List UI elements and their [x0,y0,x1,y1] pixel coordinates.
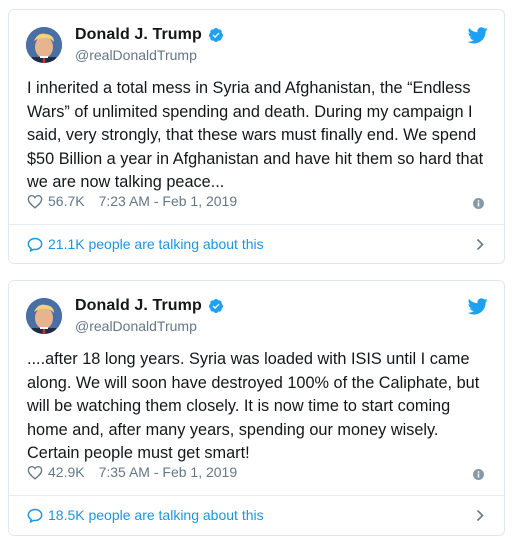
tweet-text: I inherited a total mess in Syria and Af… [27,79,484,191]
twitter-bird-icon[interactable] [467,27,488,44]
people-talking-link[interactable]: 21.1K people are talking about this [9,225,504,263]
heart-icon[interactable] [27,194,43,209]
people-talking-text: 21.1K people are talking about this [48,236,264,252]
user-handle[interactable]: @realDonaldTrump [75,47,197,63]
people-talking-link[interactable]: 18.5K people are talking about this [9,496,504,534]
twitter-bird-icon[interactable] [467,298,488,315]
people-talking-text: 18.5K people are talking about this [48,507,264,523]
tweet-timestamp[interactable]: 7:23 AM - Feb 1, 2019 [99,193,238,209]
verified-badge-icon [208,298,224,314]
author-row: Donald J. Trump [75,26,224,44]
heart-icon[interactable] [27,465,43,480]
chevron-right-icon [476,509,484,522]
like-count: 56.7K [48,193,85,209]
tweet-card[interactable]: Donald J. Trump @realDonaldTrump ....aft… [8,280,505,536]
display-name[interactable]: Donald J. Trump [75,26,202,44]
display-name[interactable]: Donald J. Trump [75,297,202,315]
speech-bubble-icon [27,237,43,252]
tweet-meta: 42.9K 7:35 AM - Feb 1, 2019 [27,464,237,480]
author-row: Donald J. Trump [75,297,224,315]
avatar[interactable] [26,27,62,63]
tweet-text: ....after 18 long years. Syria was loade… [27,350,480,462]
speech-bubble-icon [27,508,43,523]
tweet-timestamp[interactable]: 7:35 AM - Feb 1, 2019 [99,464,238,480]
verified-badge-icon [208,27,224,43]
tweet-meta: 56.7K 7:23 AM - Feb 1, 2019 [27,193,237,209]
tweet-body: Donald J. Trump @realDonaldTrump ....aft… [9,281,504,495]
chevron-right-icon [476,238,484,251]
info-icon[interactable] [473,467,484,480]
avatar[interactable] [26,298,62,334]
like-count: 42.9K [48,464,85,480]
tweet-body: Donald J. Trump @realDonaldTrump I inher… [9,10,504,224]
info-icon[interactable] [473,196,484,209]
tweet-card[interactable]: Donald J. Trump @realDonaldTrump I inher… [8,9,505,264]
user-handle[interactable]: @realDonaldTrump [75,318,197,334]
